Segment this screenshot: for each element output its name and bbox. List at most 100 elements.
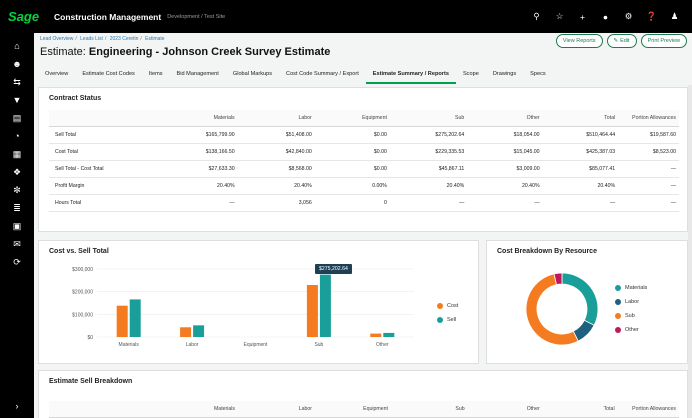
legend-label: Sell (447, 317, 457, 323)
table-cell: 3,056 (237, 194, 315, 212)
document-icon[interactable]: ▣ (0, 221, 34, 232)
column-header: Equipment (314, 401, 391, 418)
tab-bid-management[interactable]: Bid Management (170, 68, 226, 84)
y-tick-label: $200,000 (72, 290, 93, 296)
tool-icon[interactable]: ≣ (0, 203, 34, 214)
search-icon[interactable]: ⚲ (525, 11, 548, 22)
row-label: Cost Total (49, 143, 153, 161)
expand-icon[interactable]: › (0, 401, 34, 411)
column-header: Sub (390, 401, 468, 418)
pie-icon[interactable]: ◔ (0, 131, 34, 141)
print-preview-button[interactable]: Print Preview (640, 34, 687, 48)
star-icon[interactable]: ☆ (548, 11, 571, 22)
app-title: Construction Management (54, 11, 162, 22)
legend-label: Materials (625, 285, 648, 291)
table-cell: $45,867.11 (389, 160, 468, 178)
column-header (49, 401, 154, 418)
run-icon[interactable]: ✼ (0, 185, 34, 196)
user-icon[interactable]: ♟ (663, 11, 686, 22)
table-cell: $85,077.41 (542, 160, 619, 178)
tab-estimate-cost-codes[interactable]: Estimate Cost Codes (75, 68, 142, 84)
tab-estimate-summary[interactable]: Estimate Summary / Reports (365, 68, 456, 84)
view-reports-button[interactable]: View Reports (555, 34, 603, 48)
legend-item-other[interactable]: Other (615, 327, 639, 333)
sell-breakdown-panel: Estimate Sell Breakdown Materials Labor … (38, 370, 688, 418)
tab-items[interactable]: Items (142, 68, 170, 84)
top-bar: Sage Construction Management Development… (0, 0, 692, 33)
cost-swatch (437, 303, 443, 309)
contract-status-title: Contract Status (49, 95, 102, 102)
table-row: Sell Total $165,799.90 $51,408.00 $0.00 … (49, 126, 679, 144)
page-title: Estimate: Engineering - Johnson Creek Su… (40, 46, 330, 58)
tab-global-markups[interactable]: Global Markups (226, 68, 279, 84)
filter-icon[interactable]: ▼ (0, 95, 34, 105)
x-tick-label: Materials (119, 342, 140, 348)
switch-icon[interactable]: ⇆ (0, 77, 34, 88)
header-buttons: View Reports ✎ Edit Print Preview (555, 34, 687, 48)
mail-icon[interactable]: ✉ (0, 239, 34, 250)
column-header: Other (467, 110, 543, 127)
breadcrumb-link[interactable]: Leads List (80, 36, 103, 42)
table-cell: 20.40% (467, 177, 543, 195)
table-cell: $8,523.00 (618, 143, 679, 161)
table-header-row: Materials Labor Equipment Sub Other Tota… (49, 110, 679, 127)
calendar-icon[interactable]: ▤ (0, 113, 34, 124)
leaf-icon[interactable]: ❖ (0, 167, 34, 178)
column-header (49, 110, 153, 127)
tab-scope[interactable]: Scope (456, 68, 486, 84)
table-cell: $229,335.53 (389, 143, 468, 161)
legend-item-sell[interactable]: Sell (437, 317, 456, 323)
cost-vs-sell-chart: $0 $100,000 $200,000 $300,000 Materials Labor… (72, 267, 414, 348)
grid-icon[interactable]: ▦ (0, 149, 34, 160)
legend-item-sub[interactable]: Sub (615, 313, 635, 319)
tab-overview[interactable]: Overview (38, 68, 75, 84)
donut-slice-materials[interactable] (561, 272, 599, 326)
table-cell: $3,009.00 (467, 160, 543, 178)
y-tick-label: $0 (87, 335, 93, 341)
column-header: Portion Allowances (618, 110, 679, 127)
table-cell: $0.00 (314, 160, 390, 178)
plus-icon[interactable]: + (571, 12, 594, 22)
bar-cost-sub (306, 285, 318, 337)
legend-item-materials[interactable]: Materials (615, 285, 647, 291)
table-cell: — (152, 194, 238, 212)
breadcrumb-link[interactable]: Estimate (145, 36, 164, 42)
bell-icon[interactable]: ● (594, 12, 617, 22)
column-header: Materials (152, 110, 238, 127)
bar-sell-materials (129, 299, 141, 337)
breadcrumb-link[interactable]: 2023 Ceretin (110, 36, 139, 42)
page-scrollbar[interactable] (688, 85, 692, 418)
tab-cost-code-summary[interactable]: Cost Code Summary / Export (279, 68, 366, 84)
table-row: Sell Total - Cost Total $27,633.30 $8,56… (49, 160, 679, 178)
table-cell: — (618, 177, 679, 195)
bar-sell-labor (193, 325, 205, 337)
gear-icon[interactable]: ⚙ (617, 11, 640, 22)
column-header: Equipment (314, 110, 390, 127)
sage-logo[interactable]: Sage (8, 9, 54, 24)
row-label: Profit Margin (49, 177, 153, 195)
legend-item-cost[interactable]: Cost (437, 303, 458, 309)
home-icon[interactable]: ⌂ (0, 41, 34, 51)
bar-cost-materials (116, 305, 128, 337)
people-icon[interactable]: ☻ (0, 59, 34, 69)
table-cell: $0.00 (314, 126, 390, 144)
table-cell: $165,799.90 (152, 126, 238, 144)
cost-breakdown-panel: Cost Breakdown By Resource Materials Lab… (486, 240, 688, 364)
other-swatch (615, 327, 621, 333)
column-header: Portion Allowances (617, 401, 679, 418)
legend-label: Other (625, 327, 639, 333)
breadcrumb-link[interactable]: Lead Overview (40, 36, 73, 42)
column-header: Labor (237, 110, 315, 127)
table-cell: $27,633.30 (152, 160, 238, 178)
legend-item-labor[interactable]: Labor (615, 299, 639, 305)
tab-drawings[interactable]: Drawings (486, 68, 523, 84)
help-icon[interactable]: ❓ (640, 11, 663, 22)
refresh-icon[interactable]: ⟳ (0, 257, 34, 268)
table-row: Cost Total $138,166.50 $42,840.00 $0.00 … (49, 143, 679, 161)
x-tick-label: Other (376, 342, 389, 348)
tab-bar: Overview Estimate Cost Codes Items Bid M… (38, 68, 553, 84)
table-cell: $15,045.00 (467, 143, 543, 161)
bar-cost-labor (180, 327, 192, 337)
edit-button[interactable]: ✎ Edit (606, 34, 637, 48)
tab-specs[interactable]: Specs (523, 68, 553, 84)
